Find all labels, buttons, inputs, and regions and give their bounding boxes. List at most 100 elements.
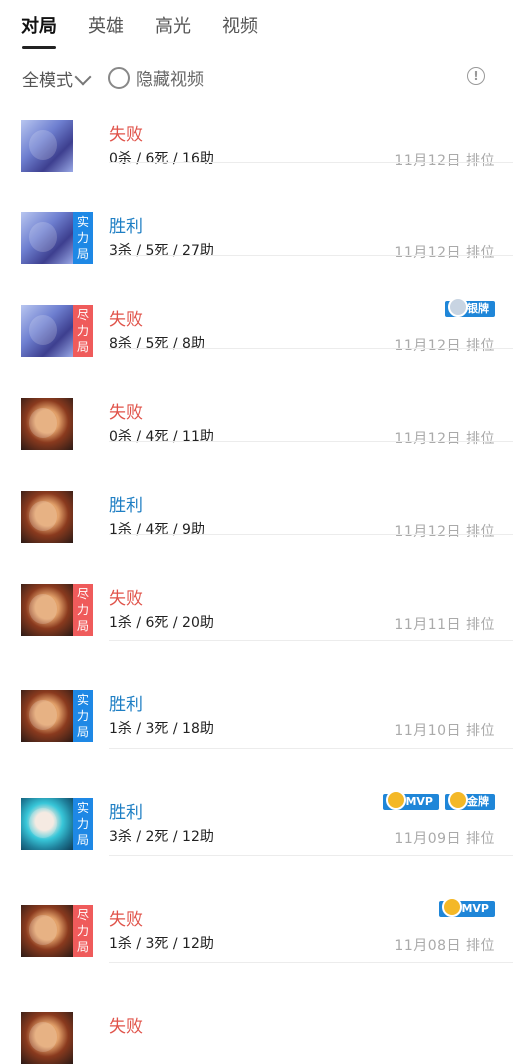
purple-hair-hero-icon — [21, 120, 73, 172]
row-divider — [109, 348, 513, 349]
active-tab-indicator — [22, 46, 56, 49]
honors-group: MVP — [439, 897, 495, 917]
kda-stats: 1杀 / 3死 / 12助 — [109, 936, 214, 952]
radio-icon — [108, 66, 130, 89]
badge-char: 尽 — [76, 308, 89, 322]
monkey-king-hero-icon — [21, 398, 73, 450]
match-date-type: 11月12日 排位 — [394, 153, 495, 169]
monkey-king-hero-icon — [21, 690, 73, 742]
info-icon[interactable]: ! — [467, 67, 485, 85]
mvp-badge: MVP — [439, 897, 495, 917]
purple-hair-hero-icon — [21, 305, 73, 357]
row-divider — [109, 162, 513, 163]
match-date-type: 11月08日 排位 — [394, 938, 495, 954]
honor-label: 银牌 — [467, 302, 489, 315]
kda-stats: 1杀 / 4死 / 9助 — [109, 522, 205, 538]
badge-char: 实 — [76, 801, 89, 815]
match-date-type: 11月12日 排位 — [394, 524, 495, 540]
tab-videos[interactable]: 视频 — [222, 12, 258, 38]
match-result: 失败 — [109, 589, 143, 609]
match-quality-badge: 实力局 — [73, 798, 93, 850]
badge-char: 局 — [76, 247, 89, 261]
tab-highlights[interactable]: 高光 — [155, 12, 191, 38]
hide-video-toggle[interactable]: 隐藏视频 — [108, 65, 204, 90]
badge-char: 力 — [76, 324, 89, 338]
kda-stats: 3杀 / 2死 / 12助 — [109, 829, 214, 845]
match-quality-badge: 尽力局 — [73, 905, 93, 957]
kda-stats: 3杀 / 5死 / 27助 — [109, 243, 214, 259]
hero-avatar-group: 实力局 — [21, 690, 93, 742]
honor-label: 金牌 — [467, 795, 489, 808]
mode-dropdown-label: 全模式 — [22, 71, 73, 91]
kda-stats: 8杀 / 5死 / 8助 — [109, 336, 205, 352]
match-quality-badge: 实力局 — [73, 690, 93, 742]
monkey-king-hero-icon — [21, 491, 73, 543]
match-date-type: 11月09日 排位 — [394, 831, 495, 847]
honor-label: MVP — [405, 795, 433, 808]
badge-char: 局 — [76, 940, 89, 954]
badge-char: 力 — [76, 231, 89, 245]
match-quality-badge: 尽力局 — [73, 305, 93, 357]
trophy-icon — [386, 790, 407, 810]
match-date-type: 11月12日 排位 — [394, 245, 495, 261]
hero-avatar-group — [21, 120, 93, 172]
hero-avatar-group: 尽力局 — [21, 584, 93, 636]
match-quality-badge: 尽力局 — [73, 584, 93, 636]
row-divider — [109, 441, 513, 442]
gold-medal-badge: 金牌 — [445, 790, 495, 810]
match-result: 胜利 — [109, 803, 143, 823]
row-divider — [109, 640, 513, 641]
match-result: 失败 — [109, 125, 143, 145]
match-result: 失败 — [109, 1017, 143, 1037]
match-date-type: 11月12日 排位 — [394, 338, 495, 354]
mvp-badge: MVP — [383, 790, 439, 810]
row-divider — [109, 255, 513, 256]
row-divider — [109, 855, 513, 856]
kda-stats: 0杀 / 4死 / 11助 — [109, 429, 214, 445]
mode-dropdown[interactable]: 全模式 — [22, 66, 92, 91]
cyan-hair-hero-icon — [21, 798, 73, 850]
monkey-king-hero-icon — [21, 584, 73, 636]
tab-bar: 对局 英雄 高光 视频 — [0, 0, 513, 52]
tab-heroes[interactable]: 英雄 — [88, 12, 124, 38]
match-result: 失败 — [109, 310, 143, 330]
badge-char: 局 — [76, 833, 89, 847]
badge-char: 实 — [76, 215, 89, 229]
monkey-king-hero-icon — [21, 1012, 73, 1064]
match-date-type: 11月10日 排位 — [394, 723, 495, 739]
match-date-type: 11月12日 排位 — [394, 431, 495, 447]
badge-char: 尽 — [76, 908, 89, 922]
medal-icon — [448, 297, 468, 317]
badge-char: 力 — [76, 603, 89, 617]
match-result: 失败 — [109, 910, 143, 930]
badge-char: 实 — [76, 693, 89, 707]
match-result: 胜利 — [109, 217, 143, 237]
honor-label: MVP — [461, 902, 489, 915]
hero-avatar-group — [21, 491, 93, 543]
monkey-king-hero-icon — [21, 905, 73, 957]
badge-char: 力 — [76, 709, 89, 723]
hero-avatar-group: 尽力局 — [21, 305, 93, 357]
hero-avatar-group: 实力局 — [21, 798, 93, 850]
match-quality-badge: 实力局 — [73, 212, 93, 264]
match-result: 胜利 — [109, 496, 143, 516]
kda-stats: 1杀 / 3死 / 18助 — [109, 721, 214, 737]
row-divider — [109, 748, 513, 749]
silver-medal-badge: 银牌 — [445, 297, 495, 317]
kda-stats: 1杀 / 6死 / 20助 — [109, 615, 214, 631]
match-date-type: 11月11日 排位 — [394, 617, 495, 633]
badge-char: 局 — [76, 340, 89, 354]
kda-stats: 0杀 / 6死 / 16助 — [109, 151, 214, 167]
tab-matches[interactable]: 对局 — [21, 12, 57, 38]
hero-avatar-group — [21, 398, 93, 450]
hide-video-label: 隐藏视频 — [136, 70, 204, 90]
badge-char: 局 — [76, 619, 89, 633]
badge-char: 力 — [76, 817, 89, 831]
chevron-down-icon — [74, 68, 92, 85]
filter-bar: 全模式 隐藏视频 ! — [0, 60, 513, 96]
row-divider — [109, 534, 513, 535]
honors-group: MVP 金牌 — [383, 790, 495, 810]
match-result: 胜利 — [109, 695, 143, 715]
hero-avatar-group: 实力局 — [21, 212, 93, 264]
row-divider — [109, 962, 513, 963]
